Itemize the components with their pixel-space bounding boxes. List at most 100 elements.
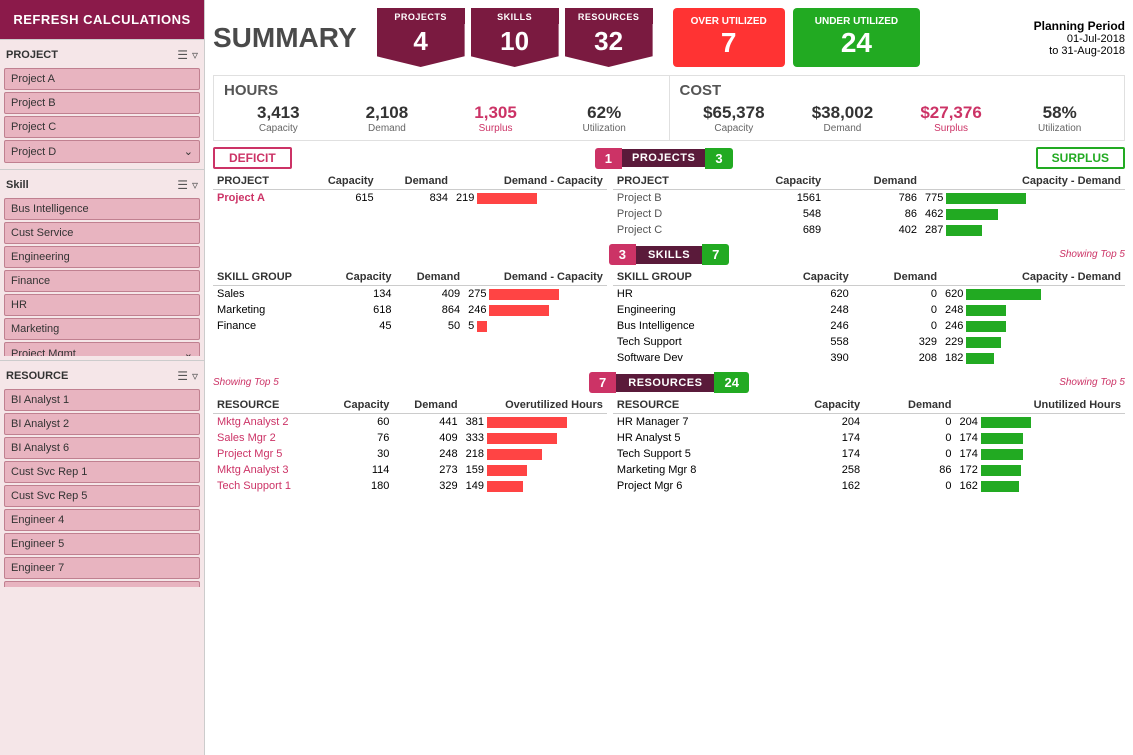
over-bar [487, 417, 567, 428]
resources-deficit-count: 7 [589, 372, 616, 393]
resources-badge-label: RESOURCES [565, 8, 653, 24]
resources-badge-label: RESOURCES [616, 374, 714, 392]
skill-item[interactable]: Marketing [4, 318, 200, 340]
over-utilized-value: 7 [691, 27, 767, 59]
skill-surplus-bar [966, 321, 1006, 332]
projects-row: DEFICIT 1 PROJECTS 3 SURPLUS [213, 147, 1125, 238]
resource-item[interactable]: Engineer 4 [4, 509, 200, 531]
hours-utilization-value: 62% [550, 103, 659, 123]
resource-filter-icon[interactable]: ☰ [177, 369, 188, 383]
under-bar [981, 417, 1031, 428]
projects-surplus-table: PROJECT Capacity Demand Capacity - Deman… [613, 173, 1125, 238]
cost-surplus: $27,376 Surplus [897, 103, 1006, 134]
projects-surplus-count: 3 [705, 148, 732, 169]
project-item[interactable]: Project A [4, 68, 200, 90]
showing-top5-over: Showing Top 5 [213, 377, 279, 388]
table-row: Project Mgr 6 162 0 162 [613, 478, 1125, 494]
hours-capacity-value: 3,413 [224, 103, 333, 123]
skill-surplus-bar [966, 289, 1041, 300]
planning-period-title: Planning Period [1034, 19, 1125, 33]
hours-surplus-value: 1,305 [441, 103, 550, 123]
resources-badge-value: 32 [565, 24, 653, 67]
resource-item[interactable]: Cust Svc Rep 1 [4, 461, 200, 483]
resource-item[interactable]: BI Analyst 2 [4, 413, 200, 435]
planning-period: Planning Period 01-Jul-2018 to 31-Aug-20… [1034, 19, 1125, 57]
project-item[interactable]: Project C [4, 116, 200, 138]
resources-badge: RESOURCES 32 [565, 8, 653, 67]
resources-tables: RESOURCE Capacity Demand Overutilized Ho… [213, 397, 1125, 494]
skill-filter-icon[interactable]: ☰ [177, 178, 188, 192]
project-item[interactable]: Project B [4, 92, 200, 114]
cost-demand-label: Demand [788, 123, 897, 134]
cost-capacity-label: Capacity [680, 123, 789, 134]
project-filter-icon[interactable]: ☰ [177, 48, 188, 62]
resource-item[interactable]: BI Analyst 6 [4, 437, 200, 459]
resource-item[interactable]: Engineer 5 [4, 533, 200, 555]
table-row: HR Manager 7 204 0 204 [613, 414, 1125, 431]
skill-section: Skill ☰ ▿ Bus Intelligence Cust Service … [0, 169, 204, 360]
projects-badge-value: 4 [377, 24, 465, 67]
skill-item[interactable]: Finance [4, 270, 200, 292]
resource-item[interactable]: HR Analyst 5 [4, 581, 200, 587]
resources-badge-row: 7 RESOURCES 24 [589, 372, 749, 393]
skill-item[interactable]: Project Mgmt⌄ [4, 342, 200, 356]
table-row: Marketing 618 864 246 [213, 302, 607, 318]
resource-sort-icon[interactable]: ▿ [192, 369, 198, 383]
skills-row: 3 SKILLS 7 Showing Top 5 SKILL GROUP Cap… [213, 244, 1125, 366]
table-row: Sales Mgr 2 76 409 333 [213, 430, 607, 446]
skill-sort-icon[interactable]: ▿ [192, 178, 198, 192]
table-row: Tech Support 1 180 329 149 [213, 478, 607, 494]
table-row: Tech Support 5 174 0 174 [613, 446, 1125, 462]
resources-over-table-wrap: RESOURCE Capacity Demand Overutilized Ho… [213, 397, 607, 494]
stat-badges: PROJECTS 4 SKILLS 10 RESOURCES 32 [377, 8, 653, 67]
skills-surplus-count: 7 [702, 244, 729, 265]
skill-section-title: Skill [6, 179, 29, 191]
skills-surplus-table: SKILL GROUP Capacity Demand Capacity - D… [613, 269, 1125, 366]
deficit-bar [477, 193, 537, 204]
projects-count-badge: 1 PROJECTS 3 [595, 148, 733, 169]
surplus-bar [946, 225, 982, 236]
resource-item[interactable]: Engineer 7 [4, 557, 200, 579]
cost-surplus-value: $27,376 [897, 103, 1006, 123]
project-section: PROJECT ☰ ▿ Project A Project B Project … [0, 39, 204, 169]
deficit-label: DEFICIT [213, 147, 292, 169]
table-row: Project D 548 86 462 [613, 206, 1125, 222]
table-row: Bus Intelligence 246 0 246 [613, 318, 1125, 334]
table-row: Finance 45 50 5 [213, 318, 607, 334]
skill-item[interactable]: Engineering [4, 246, 200, 268]
under-utilized-value: 24 [815, 27, 898, 59]
cost-title: COST [680, 82, 1115, 99]
hours-surplus: 1,305 Surplus [441, 103, 550, 134]
surplus-bar [946, 193, 1026, 204]
skill-surplus-bar [966, 337, 1001, 348]
hours-demand-label: Demand [333, 123, 442, 134]
skill-item[interactable]: HR [4, 294, 200, 316]
table-row: Project C 689 402 287 [613, 222, 1125, 238]
table-row: Mktg Analyst 2 60 441 381 [213, 414, 607, 431]
table-row: Project A 615 834 219 [213, 190, 607, 207]
resource-item[interactable]: Cust Svc Rep 5 [4, 485, 200, 507]
cost-utilization-label: Utilization [1005, 123, 1114, 134]
over-bar [487, 465, 527, 476]
refresh-button[interactable]: REFRESH CALCULATIONS [0, 0, 204, 39]
skills-badge-row: 3 SKILLS 7 [609, 244, 730, 265]
skill-item[interactable]: Cust Service [4, 222, 200, 244]
utilization-boxes: OVER UTILIZED 7 UNDER UTILIZED 24 [673, 8, 920, 67]
table-row: HR 620 0 620 [613, 286, 1125, 303]
skill-item[interactable]: Bus Intelligence [4, 198, 200, 220]
skill-surplus-bar [966, 353, 994, 364]
cost-demand-value: $38,002 [788, 103, 897, 123]
resource-item[interactable]: BI Analyst 1 [4, 389, 200, 411]
project-list: Project A Project B Project C Project D⌄ [4, 66, 200, 165]
projects-surplus-table-wrap: PROJECT Capacity Demand Capacity - Deman… [613, 173, 1125, 238]
under-utilized-box: UNDER UTILIZED 24 [793, 8, 920, 67]
projects-deficit-table-wrap: PROJECT Capacity Demand Demand - Capacit… [213, 173, 607, 238]
metrics-row: HOURS 3,413 Capacity 2,108 Demand 1,305 … [213, 75, 1125, 141]
over-bar [487, 449, 542, 460]
skill-deficit-bar [477, 321, 487, 332]
project-sort-icon[interactable]: ▿ [192, 48, 198, 62]
project-item[interactable]: Project D⌄ [4, 140, 200, 163]
resources-over-table: RESOURCE Capacity Demand Overutilized Ho… [213, 397, 607, 494]
projects-deficit-panel: DEFICIT 1 PROJECTS 3 SURPLUS [213, 147, 1125, 238]
under-bar [981, 433, 1023, 444]
